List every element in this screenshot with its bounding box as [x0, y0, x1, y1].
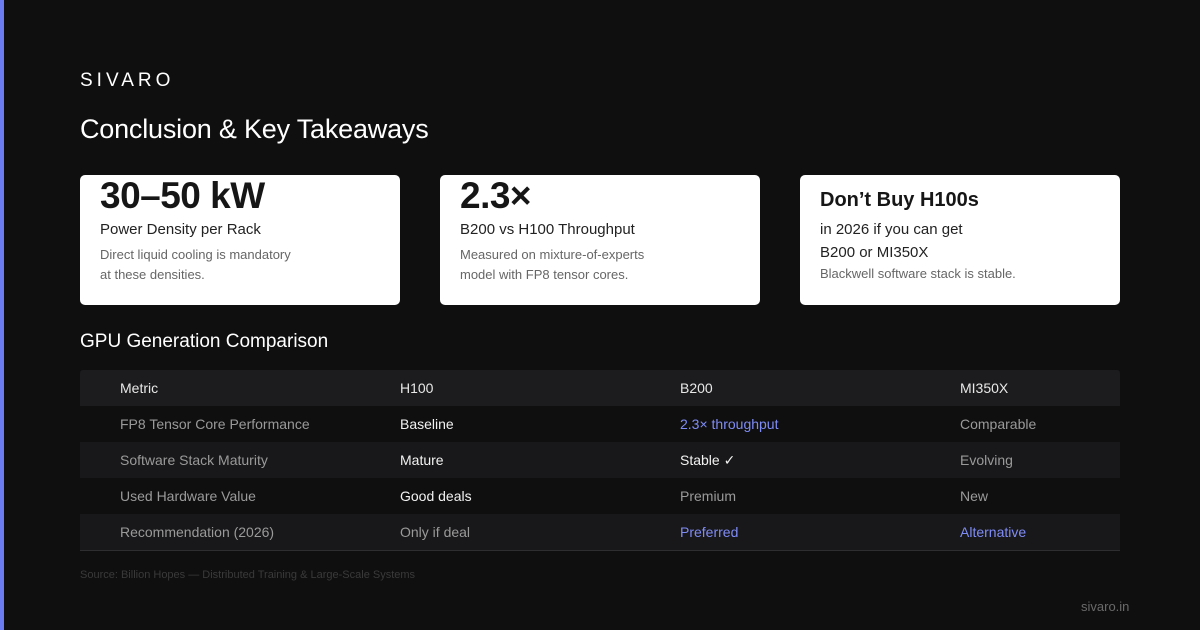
column-header-b200: B200	[680, 380, 713, 396]
stat-card-power-density: 30–50 kW Power Density per Rack Direct l…	[80, 175, 400, 305]
card-label: Power Density per Rack	[100, 221, 261, 238]
page-title: Conclusion & Key Takeaways	[80, 114, 429, 144]
table-cell: New	[960, 488, 989, 504]
column-header-mi350x: MI350X	[960, 380, 1009, 396]
column-header-metric: Metric	[120, 380, 159, 396]
accent-bar	[0, 0, 4, 630]
card-description-line: Measured on mixture-of-experts	[460, 247, 645, 262]
table-cell: Good deals	[400, 488, 472, 504]
column-header-h100: H100	[400, 380, 434, 396]
section-title: GPU Generation Comparison	[80, 331, 329, 352]
card-description-line: Direct liquid cooling is mandatory	[100, 247, 291, 262]
table-cell: FP8 Tensor Core Performance	[120, 416, 310, 432]
stat-card-recommendation: Don’t Buy H100s in 2026 if you can get B…	[800, 175, 1120, 305]
table-cell: Software Stack Maturity	[120, 452, 268, 468]
stat-card-throughput: 2.3× B200 vs H100 Throughput Measured on…	[440, 175, 760, 305]
table-cell: Baseline	[400, 416, 454, 432]
table-cell: 2.3× throughput	[680, 416, 779, 432]
table-row: Software Stack Maturity Mature Stable ✓ …	[80, 442, 1120, 478]
table-cell: Mature	[400, 452, 444, 468]
card-description: Direct liquid cooling is mandatory at th…	[100, 245, 360, 285]
table-cell: Evolving	[960, 452, 1013, 468]
card-headline: 30–50 kW	[100, 175, 265, 216]
brand-logo: SIVARO	[80, 70, 175, 91]
table-cell: Recommendation (2026)	[120, 524, 275, 540]
table-cell: Alternative	[960, 524, 1027, 540]
footer-url: sivaro.in	[1081, 599, 1130, 614]
card-headline: Don’t Buy H100s	[820, 189, 979, 211]
card-line: B200 or MI350X	[820, 244, 929, 261]
card-description: Blackwell software stack is stable.	[820, 266, 1016, 281]
table-cell: Only if deal	[400, 524, 471, 540]
table-row: FP8 Tensor Core Performance Baseline 2.3…	[80, 406, 1120, 442]
card-headline: 2.3×	[460, 175, 532, 216]
comparison-table: Metric H100 B200 MI350X FP8 Tensor Core …	[80, 370, 1120, 551]
card-description: Measured on mixture-of-experts model wit…	[460, 245, 720, 285]
table-cell: Preferred	[680, 524, 739, 540]
table-cell: Used Hardware Value	[120, 488, 256, 504]
table-row: Recommendation (2026) Only if deal Prefe…	[80, 514, 1120, 551]
table-cell: Stable ✓	[680, 452, 736, 468]
table-cell: Comparable	[960, 416, 1037, 432]
table-header-row: Metric H100 B200 MI350X	[80, 370, 1120, 406]
table-row: Used Hardware Value Good deals Premium N…	[80, 478, 1120, 514]
card-line: in 2026 if you can get	[820, 221, 963, 238]
card-description-line: model with FP8 tensor cores.	[460, 267, 629, 282]
source-citation: Source: Billion Hopes — Distributed Trai…	[80, 569, 416, 581]
card-label: B200 vs H100 Throughput	[460, 221, 635, 238]
table-cell: Premium	[680, 488, 737, 504]
card-description-line: at these densities.	[100, 267, 205, 282]
